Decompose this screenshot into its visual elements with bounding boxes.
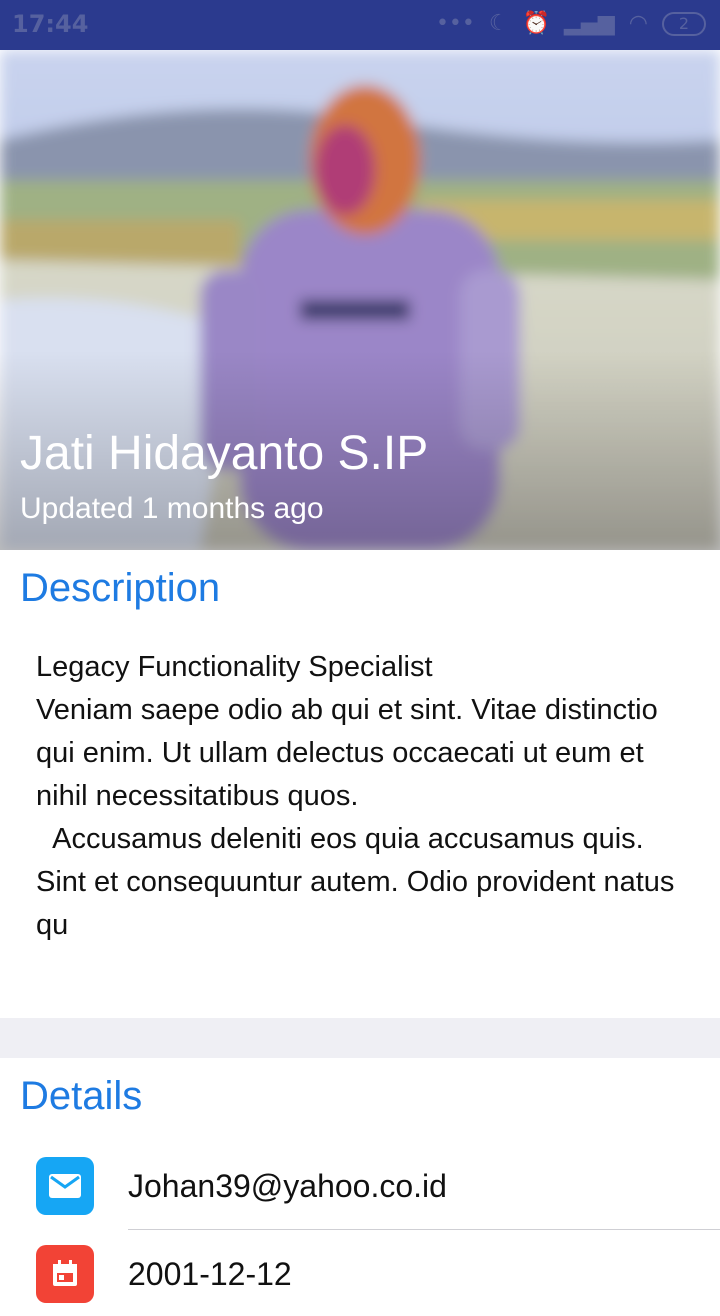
profile-header-image: Jati Hidayanto S.IP Updated 1 months ago bbox=[0, 50, 720, 550]
signal-icon: ▂▄▆ bbox=[564, 11, 615, 36]
moon-icon: ☾ bbox=[488, 11, 509, 36]
date-value: 2001-12-12 bbox=[128, 1256, 292, 1292]
alarm-icon: ⏰ bbox=[522, 11, 551, 36]
description-text: Legacy Functionality Specialist Veniam s… bbox=[36, 651, 675, 941]
battery-icon: 2 bbox=[662, 12, 706, 36]
section-separator bbox=[0, 1018, 720, 1058]
details-heading: Details bbox=[20, 1074, 143, 1118]
wifi-icon: ◠ bbox=[628, 11, 648, 36]
status-bar: 17:44 ••• ☾ ⏰ ▂▄▆ ◠ 2 bbox=[0, 0, 720, 50]
profile-name: Jati Hidayanto S.IP bbox=[20, 427, 429, 480]
row-divider bbox=[128, 1229, 720, 1230]
status-time: 17:44 bbox=[12, 10, 89, 38]
status-icons: ••• ☾ ⏰ ▂▄▆ ◠ 2 bbox=[436, 10, 706, 38]
email-row[interactable]: Johan39@yahoo.co.id bbox=[0, 1148, 720, 1230]
updated-label: Updated 1 months ago bbox=[20, 492, 324, 525]
date-row[interactable]: 2001-12-12 bbox=[0, 1236, 720, 1316]
mail-icon bbox=[36, 1157, 94, 1215]
more-dots-icon: ••• bbox=[435, 11, 475, 36]
description-heading: Description bbox=[20, 566, 221, 610]
email-value: Johan39@yahoo.co.id bbox=[128, 1168, 447, 1204]
calendar-icon bbox=[36, 1245, 94, 1303]
